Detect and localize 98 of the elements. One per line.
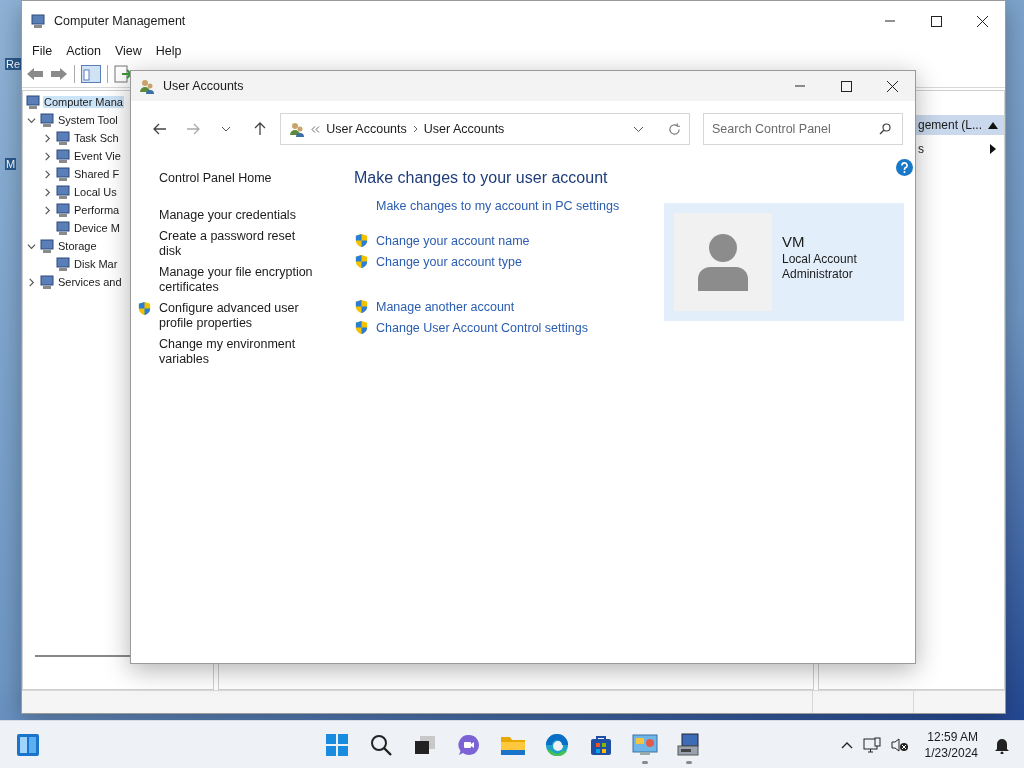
tree-item[interactable]: Task Sch — [73, 132, 120, 144]
help-icon[interactable] — [896, 159, 913, 176]
window-title: User Accounts — [163, 79, 245, 93]
chevron-down-icon[interactable] — [26, 241, 36, 251]
console-icon — [39, 112, 55, 128]
chevron-down-icon — [633, 125, 644, 133]
muted-speaker-icon[interactable] — [890, 737, 909, 753]
tree-item[interactable]: Local Us — [73, 186, 118, 198]
account-name: VM — [782, 232, 806, 250]
folder-icon — [500, 734, 526, 756]
task-link[interactable]: Change your account name — [376, 233, 530, 248]
search-icon[interactable] — [879, 123, 891, 135]
chevron-right-icon[interactable] — [42, 151, 52, 161]
task-link[interactable]: Manage another account — [376, 299, 515, 314]
clock[interactable]: 12:59 AM 1/23/2024 — [924, 729, 978, 761]
sidebar-link[interactable]: Configure advanced user profile properties — [159, 301, 314, 331]
chevron-right-icon[interactable] — [42, 169, 52, 179]
chat-icon — [457, 733, 481, 757]
window-title: Computer Management — [54, 14, 187, 28]
forward-arrow-icon — [185, 123, 200, 135]
chevron-right-icon — [412, 125, 418, 133]
tree-item[interactable]: Event Vie — [73, 150, 122, 162]
menu-item[interactable]: View — [108, 44, 148, 58]
search-icon — [369, 733, 393, 757]
desktop-icon-label[interactable]: M — [5, 158, 17, 170]
users-icon — [289, 121, 306, 137]
back-arrow-icon[interactable] — [26, 67, 44, 81]
chevron-right-icon[interactable] — [42, 205, 52, 215]
tree-item[interactable]: Computer Mana — [43, 96, 124, 108]
desktop-icon-label[interactable]: Re — [5, 58, 22, 70]
forward-arrow-icon[interactable] — [50, 67, 68, 81]
user-silhouette-icon — [698, 233, 748, 291]
account-detail: Administrator — [782, 266, 854, 282]
widgets-icon — [16, 733, 40, 757]
account-detail: Local Account — [782, 251, 857, 267]
double-chevron-icon — [311, 125, 321, 133]
menu-item[interactable]: Action — [60, 44, 107, 58]
chevron-down-icon[interactable] — [26, 115, 36, 125]
chevron-right-icon[interactable] — [42, 133, 52, 143]
console-icon — [55, 184, 71, 200]
up-arrow-icon — [253, 122, 266, 136]
tree-item[interactable]: System Tool — [57, 114, 119, 126]
sidebar-link[interactable]: Create a password reset disk — [159, 229, 314, 259]
collapse-triangle-icon — [988, 121, 998, 129]
address-bar[interactable]: User Accounts User Accounts — [280, 113, 690, 145]
chevron-down-icon — [221, 126, 232, 132]
store-bag-icon — [590, 734, 612, 756]
notification-bell-icon[interactable] — [994, 736, 1010, 754]
tree-item[interactable]: Device M — [73, 222, 121, 234]
console-icon — [55, 256, 71, 272]
back-arrow-icon — [152, 123, 167, 135]
tree-item[interactable]: Services and — [57, 276, 123, 288]
page-heading: Make changes to your user account — [354, 169, 609, 187]
console-icon — [55, 130, 71, 146]
tree-item[interactable]: Shared F — [73, 168, 121, 180]
close-icon — [976, 15, 988, 27]
network-icon[interactable] — [862, 737, 881, 753]
task-link[interactable]: Change your account type — [376, 254, 522, 269]
sidebar-link[interactable]: Manage your file encryption certificates — [159, 265, 314, 295]
chevron-up-icon[interactable] — [840, 741, 853, 749]
console-icon — [30, 13, 46, 29]
users-icon — [139, 78, 155, 94]
export-list-icon[interactable] — [114, 65, 132, 83]
breadcrumb-item[interactable]: User Accounts — [423, 122, 505, 136]
computer-management-icon — [676, 733, 702, 757]
console-icon — [39, 238, 55, 254]
task-link[interactable]: Change User Account Control settings — [376, 320, 588, 335]
tree-item[interactable]: Storage — [57, 240, 98, 252]
refresh-icon — [668, 122, 681, 136]
console-icon — [55, 166, 71, 182]
submenu-arrow-icon — [990, 144, 996, 154]
console-icon — [25, 94, 41, 110]
sidebar-link[interactable]: Change my environment variables — [159, 337, 314, 367]
tree-item[interactable]: Disk Mar — [73, 258, 119, 270]
maximize-icon — [930, 15, 942, 27]
search-field[interactable]: Search Control Panel — [703, 113, 903, 145]
windows-logo-icon — [325, 733, 349, 757]
chevron-right-icon[interactable] — [42, 187, 52, 197]
task-view-icon — [414, 735, 436, 755]
sidebar-link[interactable]: Manage your credentials — [159, 208, 314, 223]
menu-item[interactable]: Help — [149, 44, 188, 58]
control-panel-icon — [632, 734, 658, 756]
menu-item[interactable]: File — [26, 44, 59, 58]
chevron-right-icon[interactable] — [26, 277, 36, 287]
breadcrumb-item[interactable]: User Accounts — [326, 122, 407, 136]
maximize-icon — [840, 80, 852, 92]
console-icon — [55, 220, 71, 236]
console-icon — [55, 148, 71, 164]
console-icon — [55, 202, 71, 218]
close-icon — [886, 80, 898, 92]
sidebar-link[interactable]: Control Panel Home — [159, 171, 314, 186]
console-icon — [39, 274, 55, 290]
console-tree-icon[interactable] — [81, 65, 101, 83]
pane-entry[interactable]: s — [916, 139, 1004, 159]
task-link[interactable]: Make changes to my account in PC settings — [376, 199, 620, 213]
browser-icon — [545, 733, 569, 757]
pane-header[interactable]: gement (L... — [916, 115, 1004, 135]
tree-item[interactable]: Performa — [73, 204, 121, 216]
